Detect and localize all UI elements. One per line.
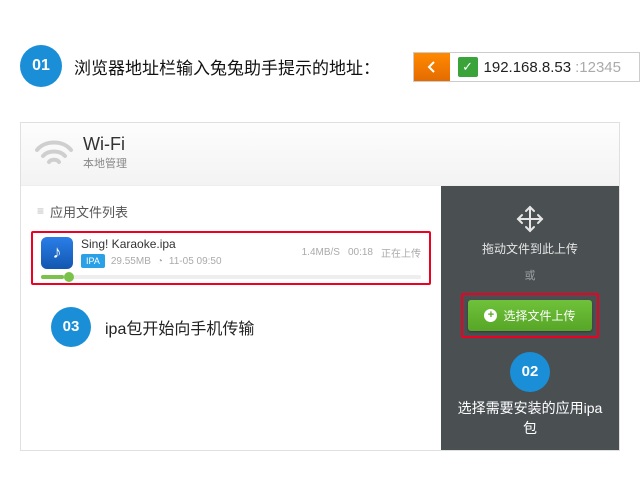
back-button[interactable] [414,53,450,81]
upload-status: 正在上传 [381,245,421,260]
drop-instruction: 拖动文件到此上传 [482,240,578,257]
step-3-text: ipa包开始向手机传输 [105,315,254,339]
drop-or: 或 [525,267,536,283]
file-row[interactable]: ♪ Sing! Karaoke.ipa IPA 29.55MB ◔ 11-05 … [41,237,421,269]
step-2-badge: 02 [510,352,550,392]
file-row-highlight: ♪ Sing! Karaoke.ipa IPA 29.55MB ◔ 11-05 … [31,231,431,285]
browser-address-bar: ✓ 192.168.8.53:12345 [413,52,640,82]
step-2-text: 选择需要安装的应用ipa包 [451,398,609,438]
address-port: :12345 [575,59,639,76]
step-3-callout: 03 ipa包开始向手机传输 [21,285,441,353]
select-file-button[interactable]: + 选择文件上传 [468,300,591,331]
upload-progress [41,275,421,279]
address-ip: 192.168.8.53 [484,59,576,76]
file-size: 29.55MB [111,256,151,267]
upload-speed: 1.4MB/S [302,247,340,258]
list-icon: ≡ [37,204,42,218]
file-name: Sing! Karaoke.ipa [81,237,294,251]
step-1-badge: 01 [20,45,62,87]
wifi-header: Wi-Fi 本地管理 [21,123,619,186]
wifi-panel: Wi-Fi 本地管理 ≡ 应用文件列表 ♪ Sing! Karaoke.ipa … [20,122,620,451]
file-type-tag: IPA [81,254,105,268]
select-file-label: 选择文件上传 [503,307,575,324]
wifi-subtitle: 本地管理 [83,155,127,171]
upload-button-highlight: + 选择文件上传 [461,293,598,338]
move-icon [515,204,545,234]
file-time: 11-05 09:50 [169,256,222,267]
app-icon: ♪ [41,237,73,269]
step-1-text: 浏览器地址栏输入兔兔助手提示的地址： [74,54,380,79]
file-list-column: ≡ 应用文件列表 ♪ Sing! Karaoke.ipa IPA 29.55MB… [21,186,441,450]
upload-elapsed: 00:18 [348,247,373,258]
upload-progress-fill [41,275,64,279]
file-list-title: 应用文件列表 [50,202,128,221]
wifi-title: Wi-Fi [83,135,127,155]
step-1-header: 01 浏览器地址栏输入兔兔助手提示的地址： [0,0,640,102]
wifi-icon [35,138,73,168]
plus-icon: + [484,309,497,322]
upload-progress-handle [64,272,74,282]
file-list-header: ≡ 应用文件列表 [21,196,441,231]
step-3-badge: 03 [51,307,91,347]
clock-icon: ◔ [157,256,163,267]
drop-zone[interactable]: 拖动文件到此上传 或 + 选择文件上传 02 选择需要安装的应用ipa包 [441,186,619,450]
secure-check-icon: ✓ [458,57,478,77]
